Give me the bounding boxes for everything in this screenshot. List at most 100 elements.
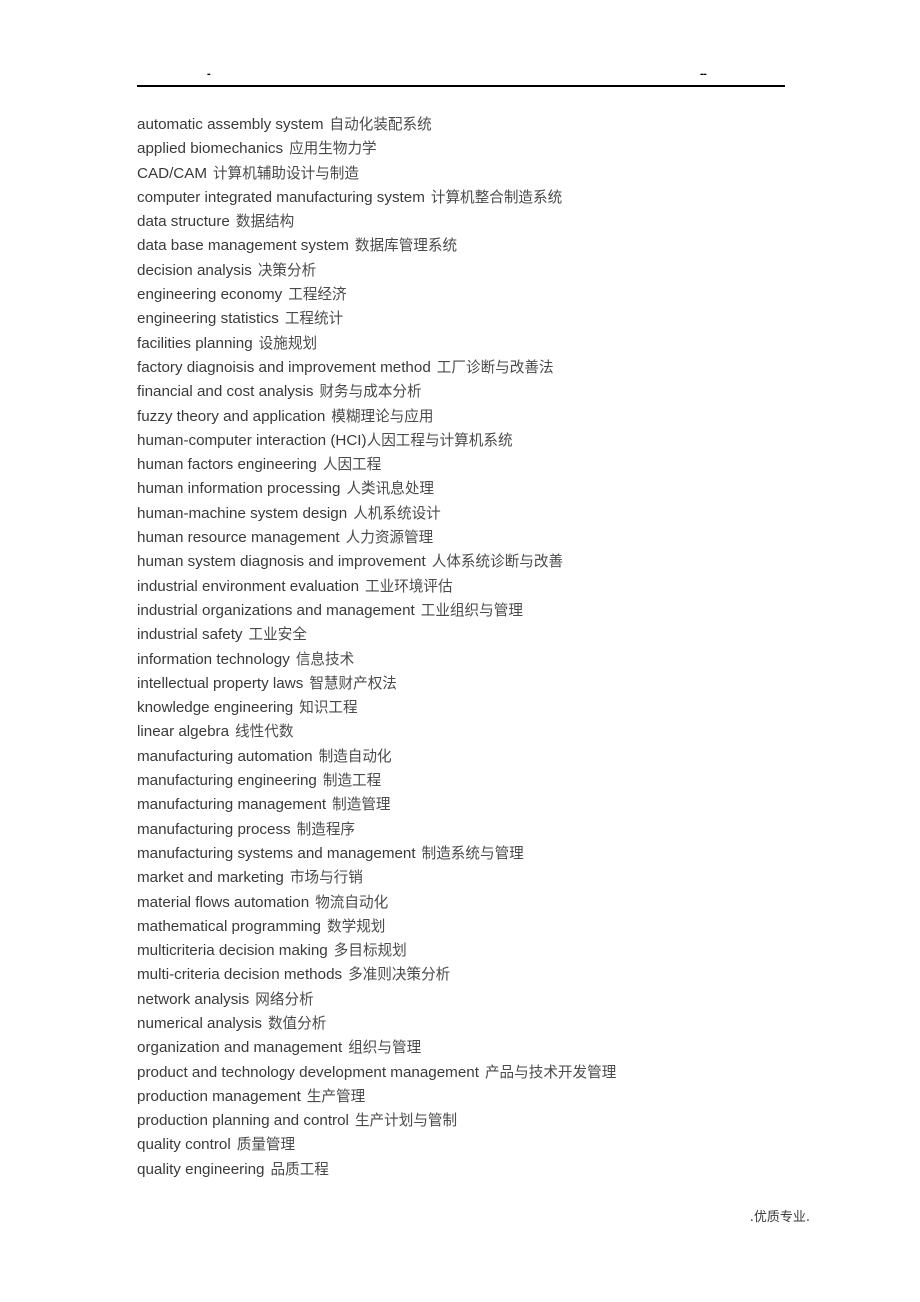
glossary-entry: human-computer interaction (HCI)人因工程与计算机…: [137, 429, 837, 453]
glossary-entry: human information processing 人类讯息处理: [137, 477, 837, 501]
glossary-term-en: automatic assembly system: [137, 116, 324, 133]
glossary-entry: production management 生产管理: [137, 1085, 837, 1109]
glossary-term-en: manufacturing engineering: [137, 772, 317, 790]
glossary-term-zh: 计算机辅助设计与制造: [213, 164, 359, 182]
glossary-term-en: industrial environment evaluation: [137, 577, 360, 595]
glossary-entry: information technology 信息技术: [137, 648, 837, 672]
glossary-term-en: multi-criteria decision methods: [137, 966, 343, 984]
glossary-entry: automatic assembly system 自动化装配系统: [137, 113, 837, 137]
glossary-term-zh: 生产计划与管制: [354, 1112, 458, 1130]
glossary-term-zh: 品质工程: [270, 1160, 329, 1178]
glossary-term-zh: 人力资源管理: [345, 529, 434, 547]
glossary-term-en: decision analysis: [137, 261, 252, 279]
glossary-term-zh: 人因工程与计算机系统: [366, 431, 513, 449]
glossary-entry: data structure 数据结构: [137, 210, 837, 234]
glossary-entry: quality engineering 品质工程: [137, 1158, 837, 1182]
glossary-term-zh: 数据结构: [235, 213, 295, 231]
glossary-term-en: product and technology development manag…: [137, 1063, 479, 1081]
page-footer: .优质专业.: [690, 1206, 810, 1228]
glossary-term-zh: 多准则决策分析: [348, 966, 451, 984]
glossary-term-en: multicriteria decision making: [137, 942, 328, 960]
glossary-entry: manufacturing management 制造管理: [137, 793, 837, 817]
glossary-term-zh: 工厂诊断与改善法: [436, 358, 554, 376]
glossary-entry: product and technology development manag…: [137, 1061, 837, 1085]
glossary-term-en: knowledge engineering: [137, 699, 294, 717]
glossary-term-zh: 制造程序: [296, 820, 356, 838]
glossary-term-zh: 生产管理: [306, 1087, 366, 1105]
glossary-term-zh: 网络分析: [255, 990, 314, 1008]
glossary-term-en: human system diagnosis and improvement: [137, 553, 426, 571]
glossary-term-zh: 制造管理: [332, 796, 391, 814]
glossary-term-en: fuzzy theory and application: [137, 407, 326, 425]
glossary-term-zh: 人机系统设计: [353, 504, 441, 522]
glossary-entry: engineering economy 工程经济: [137, 283, 837, 307]
glossary-entry: manufacturing systems and management 制造系统…: [137, 842, 837, 866]
glossary-term-en: manufacturing management: [137, 796, 327, 814]
glossary-term-en: information technology: [137, 650, 290, 668]
glossary-entry: knowledge engineering 知识工程: [137, 696, 837, 720]
glossary-entry: computer integrated manufacturing system…: [137, 186, 837, 210]
glossary-entry: manufacturing engineering 制造工程: [137, 769, 837, 793]
glossary-entry: data base management system 数据库管理系统: [137, 234, 837, 258]
glossary-term-zh: 财务与成本分析: [319, 383, 422, 401]
glossary-term-zh: 工程统计: [284, 310, 344, 328]
glossary-term-en: human-machine system design: [137, 504, 348, 522]
glossary-list: automatic assembly system 自动化装配系统 applied …: [137, 113, 837, 1182]
glossary-term-en: manufacturing process: [137, 820, 291, 838]
glossary-entry: intellectual property laws 智慧财产权法: [137, 672, 837, 696]
glossary-term-en: numerical analysis: [137, 1014, 262, 1032]
glossary-term-en: manufacturing systems and management: [137, 844, 416, 862]
glossary-term-en: facilities planning: [137, 334, 253, 352]
glossary-entry: fuzzy theory and application 模糊理论与应用: [137, 405, 837, 429]
glossary-entry: decision analysis 决策分析: [137, 259, 837, 283]
glossary-term-zh: 工业安全: [248, 626, 307, 644]
glossary-entry: production planning and control 生产计划与管制: [137, 1109, 837, 1133]
glossary-term-zh: 智慧财产权法: [309, 674, 397, 692]
glossary-term-en: market and marketing: [137, 869, 284, 887]
header-mark-right: --: [700, 68, 707, 80]
header-divider: [137, 85, 785, 87]
glossary-term-en: mathematical programming: [137, 917, 322, 935]
glossary-entry: financial and cost analysis 财务与成本分析: [137, 380, 837, 404]
glossary-term-zh: 知识工程: [299, 699, 358, 717]
glossary-entry: industrial environment evaluation 工业环境评估: [137, 575, 837, 599]
glossary-entry: mathematical programming 数学规划: [137, 915, 837, 939]
glossary-entry: human factors engineering 人因工程: [137, 453, 837, 477]
glossary-term-zh: 信息技术: [295, 650, 355, 668]
glossary-term-zh: 市场与行销: [289, 869, 363, 887]
glossary-term-en: production planning and control: [137, 1112, 349, 1130]
glossary-entry: industrial safety 工业安全: [137, 623, 837, 647]
glossary-term-zh: 人体系统诊断与改善: [431, 553, 564, 571]
glossary-term-en: human factors engineering: [137, 456, 317, 474]
glossary-term-zh: 模糊理论与应用: [331, 407, 434, 425]
glossary-term-en: human-computer interaction (HCI): [137, 431, 367, 449]
glossary-term-zh: 工业组织与管理: [420, 601, 523, 619]
glossary-term-zh: 物流自动化: [315, 893, 389, 911]
glossary-term-en: manufacturing automation: [137, 747, 313, 765]
glossary-term-en: industrial safety: [137, 626, 243, 644]
glossary-entry: industrial organizations and management 工…: [137, 599, 837, 623]
glossary-entry: market and marketing 市场与行销: [137, 866, 837, 890]
glossary-term-en: human information processing: [137, 480, 341, 498]
glossary-term-en: financial and cost analysis: [137, 383, 314, 401]
glossary-term-en: data base management system: [137, 237, 349, 255]
glossary-term-zh: 计算机整合制造系统: [430, 188, 563, 206]
glossary-entry: numerical analysis 数值分析: [137, 1012, 837, 1036]
glossary-entry: organization and management 组织与管理: [137, 1036, 837, 1060]
glossary-entry: multicriteria decision making 多目标规划: [137, 939, 837, 963]
glossary-entry: human system diagnosis and improvement 人体…: [137, 550, 837, 574]
glossary-term-zh: 线性代数: [235, 723, 294, 741]
glossary-term-en: material flows automation: [137, 893, 310, 911]
header-mark-left: -: [207, 68, 211, 80]
glossary-term-en: engineering economy: [137, 286, 283, 304]
glossary-term-en: quality engineering: [137, 1160, 265, 1178]
glossary-term-zh: 自动化装配系统: [329, 116, 432, 133]
page-header: - --: [137, 60, 785, 88]
glossary-term-en: intellectual property laws: [137, 674, 304, 692]
glossary-term-en: CAD/CAM: [137, 164, 208, 182]
glossary-term-zh: 制造系统与管理: [421, 844, 524, 862]
glossary-term-en: production management: [137, 1087, 301, 1105]
glossary-term-zh: 质量管理: [236, 1136, 296, 1154]
glossary-term-zh: 工程经济: [288, 286, 347, 304]
glossary-term-en: human resource management: [137, 529, 340, 547]
